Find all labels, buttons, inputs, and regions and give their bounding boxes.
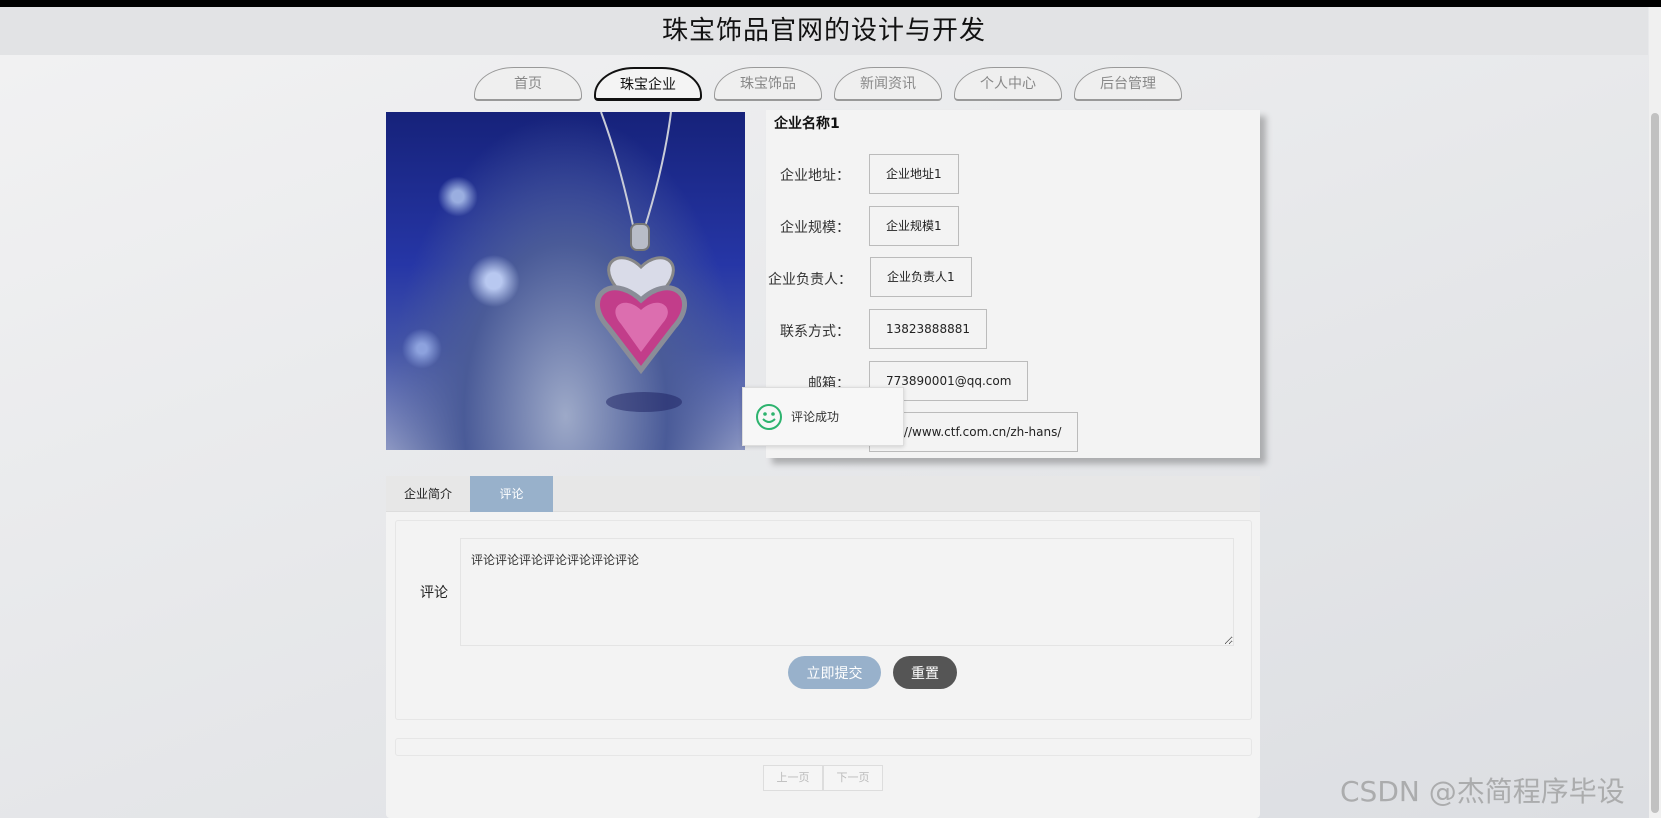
comment-list [395, 738, 1252, 756]
contact-value: 13823888881 [869, 309, 987, 349]
success-toast: 评论成功 [742, 387, 904, 446]
prev-page-button[interactable]: 上一页 [763, 765, 823, 791]
reset-button[interactable]: 重置 [893, 656, 957, 689]
nav-tab-news[interactable]: 新闻资讯 [834, 67, 942, 101]
scale-value: 企业规模1 [869, 206, 959, 246]
site-title: 珠宝饰品官网的设计与开发 [661, 16, 986, 46]
submit-button[interactable]: 立即提交 [788, 656, 881, 689]
toast-message: 评论成功 [791, 410, 840, 424]
address-label: 企业地址： [780, 168, 850, 184]
address-value: 企业地址1 [869, 154, 959, 194]
smiley-icon [756, 403, 782, 430]
nav-tab-jewelry-items[interactable]: 珠宝饰品 [714, 67, 822, 101]
tab-comments[interactable]: 评论 [470, 476, 554, 512]
manager-value: 企业负责人1 [870, 257, 972, 297]
nav-tab-jewelry-companies[interactable]: 珠宝企业 [594, 67, 702, 101]
main-nav: 首页 珠宝企业 珠宝饰品 新闻资讯 个人中心 后台管理 [474, 67, 1182, 101]
contact-label: 联系方式： [780, 324, 850, 340]
pagination: 上一页 下一页 [763, 765, 883, 791]
comment-textarea[interactable]: 评论评论评论评论评论评论评论 [460, 538, 1234, 646]
nav-tab-home[interactable]: 首页 [474, 67, 582, 101]
nav-tab-personal-center[interactable]: 个人中心 [954, 67, 1062, 101]
next-page-button[interactable]: 下一页 [823, 765, 883, 791]
tab-company-intro[interactable]: 企业简介 [386, 476, 470, 512]
company-image [386, 112, 745, 450]
page-scrollbar[interactable] [1649, 7, 1661, 818]
nav-tab-admin[interactable]: 后台管理 [1074, 67, 1182, 101]
pendant-illustration [595, 112, 687, 412]
detail-tab-bar: 企业简介 评论 [386, 476, 1260, 512]
company-name: 企业名称1 [774, 116, 840, 132]
scale-label: 企业规模： [780, 220, 850, 236]
site-header: 珠宝饰品官网的设计与开发 [0, 7, 1648, 55]
window-top-strip [0, 0, 1661, 7]
manager-label: 企业负责人： [768, 272, 852, 288]
csdn-watermark: CSDN @杰简程序毕设 [1340, 775, 1625, 808]
scrollbar-thumb[interactable] [1651, 113, 1659, 813]
comment-label: 评论 [420, 585, 448, 601]
